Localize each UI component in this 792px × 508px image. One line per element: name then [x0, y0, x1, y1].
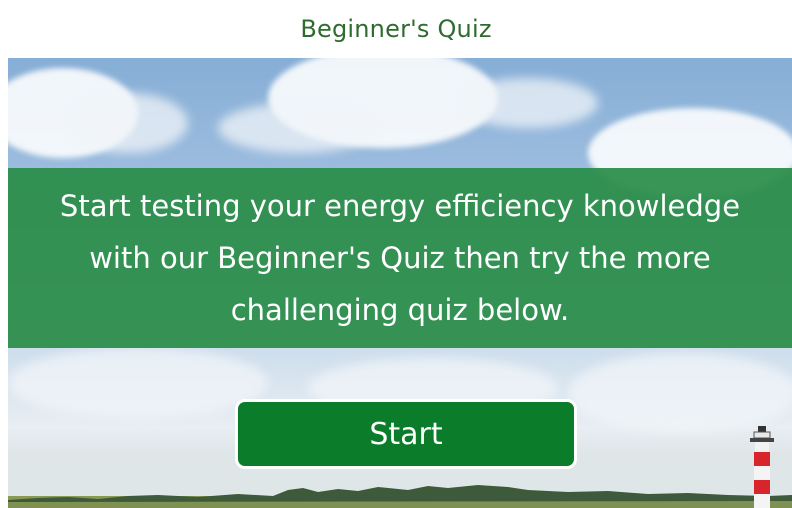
- hero-landscape-image: Start testing your energy efficiency kno…: [8, 58, 792, 508]
- cloud-shape: [68, 93, 188, 153]
- intro-banner: Start testing your energy efficiency kno…: [8, 168, 792, 348]
- treeline-horizon: [8, 485, 792, 508]
- cloud-shape: [218, 103, 378, 153]
- cloud-shape: [568, 353, 792, 433]
- cloud-shape: [458, 78, 598, 128]
- page-title: Beginner's Quiz: [300, 15, 492, 43]
- cloud-shape: [8, 348, 268, 418]
- start-button[interactable]: Start: [235, 399, 577, 469]
- quiz-page: Beginner's Quiz Start testing your energ…: [0, 0, 792, 508]
- lighthouse-icon: [750, 426, 774, 508]
- title-bar: Beginner's Quiz: [0, 0, 792, 58]
- intro-text: Start testing your energy efficiency kno…: [59, 189, 741, 327]
